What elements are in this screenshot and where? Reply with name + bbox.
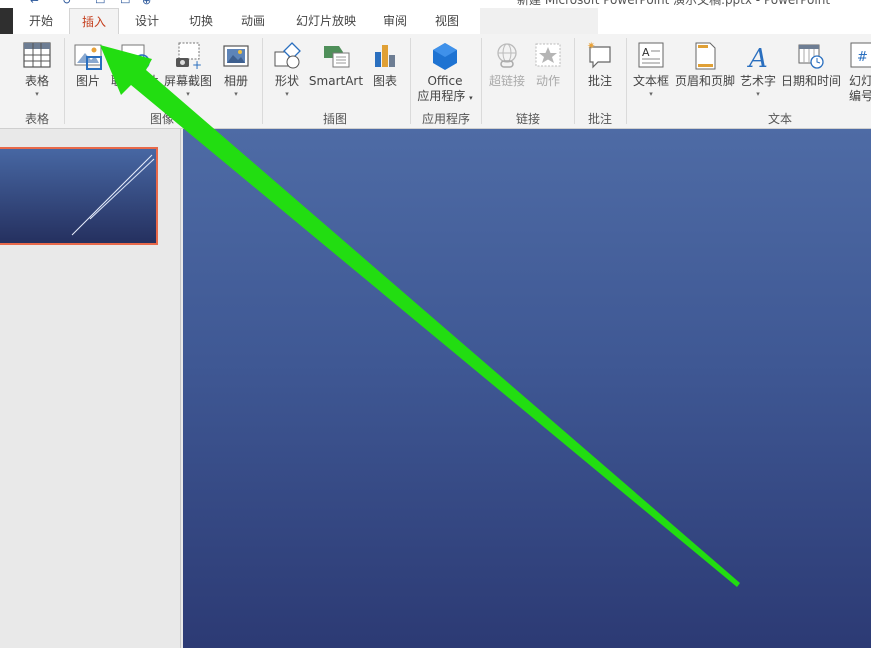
group-label-links: 链接	[515, 112, 540, 126]
group-label-images: 图像	[149, 112, 174, 126]
header-footer-icon	[690, 40, 720, 72]
smartart-button[interactable]: SmartArt	[308, 40, 364, 89]
chevron-down-icon: ▾	[35, 90, 39, 98]
hyperlink-button[interactable]: 超链接	[486, 40, 528, 89]
group-label-comments: 批注	[587, 112, 612, 126]
calendar-clock-icon	[796, 40, 826, 72]
comment-button[interactable]: ✷ 批注	[580, 40, 620, 89]
undo-icon[interactable]: ↩	[30, 0, 39, 7]
photo-album-button[interactable]: 相册 ▾	[218, 40, 254, 98]
tab-design[interactable]: 设计	[124, 8, 170, 34]
table-icon	[22, 40, 52, 72]
textbox-button[interactable]: A 文本框 ▾	[630, 40, 672, 98]
svg-text:A: A	[747, 44, 768, 72]
group-label-text: 文本	[767, 112, 792, 126]
group-label-tables: 表格	[24, 112, 49, 126]
window-title: 新建 Microsoft PowerPoint 演示文稿.pptx - Powe…	[517, 0, 831, 7]
hyperlink-icon	[492, 40, 522, 72]
quick-access-icon[interactable]: ▭	[120, 0, 130, 7]
group-divider	[64, 38, 65, 124]
wordart-button[interactable]: A 艺术字 ▾	[738, 40, 778, 98]
shapes-button[interactable]: 形状 ▾	[270, 40, 304, 98]
shapes-icon	[272, 40, 302, 72]
chevron-down-icon: ▾	[285, 90, 289, 98]
group-divider	[410, 38, 411, 124]
screenshot-button[interactable]: + 屏幕截图 ▾	[162, 40, 214, 98]
svg-text:#: #	[857, 50, 868, 65]
chevron-down-icon: ▾	[649, 90, 653, 98]
svg-text:✷: ✷	[587, 41, 595, 52]
chevron-down-icon: ▾	[469, 94, 473, 102]
picture-icon	[73, 40, 103, 72]
file-tab[interactable]	[0, 8, 13, 34]
chart-icon	[370, 40, 400, 72]
tab-review[interactable]: 审阅	[372, 8, 418, 34]
slide-thumbnail-pane	[0, 129, 181, 648]
group-divider	[481, 38, 482, 124]
office-apps-button[interactable]: Office 应用程序 ▾	[414, 40, 476, 106]
slide-number-icon: #	[846, 40, 871, 72]
title-bar: ↩ ↻ ▭ ▭ ⊕ 新建 Microsoft PowerPoint 演示文稿.p…	[0, 0, 871, 8]
group-divider	[626, 38, 627, 124]
tab-home[interactable]: 开始	[18, 8, 64, 34]
chevron-down-icon: ▾	[186, 90, 190, 98]
group-label-apps: 应用程序	[421, 112, 470, 126]
date-time-button[interactable]: 日期和时间	[780, 40, 842, 89]
redo-icon[interactable]: ↻	[62, 0, 71, 7]
header-footer-button[interactable]: 页眉和页脚	[674, 40, 736, 89]
star-icon	[533, 40, 563, 72]
slide-thumbnail-1[interactable]	[0, 147, 158, 245]
ribbon-tab-row: 开始 插入 设计 切换 动画 幻灯片放映 审阅 视图	[0, 8, 871, 41]
tab-slideshow[interactable]: 幻灯片放映	[286, 8, 366, 34]
slide-canvas[interactable]	[183, 129, 871, 648]
chart-button[interactable]: 图表	[368, 40, 402, 89]
chevron-down-icon: ▾	[756, 90, 760, 98]
svg-text:+: +	[192, 58, 202, 72]
tab-insert[interactable]: 插入	[69, 8, 119, 35]
action-button[interactable]: 动作	[530, 40, 566, 89]
ribbon-insert: 表格 ▾ 表格 图片 联机图片 + 屏幕截图 ▾ 相册 ▾ 图像 形状 ▾ Sm…	[0, 34, 871, 129]
chevron-down-icon: ▾	[234, 90, 238, 98]
thumbnail-arrow-graphic	[71, 154, 155, 236]
picture-button[interactable]: 图片	[70, 40, 106, 89]
textbox-icon: A	[636, 40, 666, 72]
online-picture-button[interactable]: 联机图片	[110, 40, 160, 89]
svg-text:A: A	[642, 46, 650, 59]
photo-album-icon	[221, 40, 251, 72]
comment-icon: ✷	[585, 40, 615, 72]
customize-qat-icon[interactable]: ⊕	[142, 0, 151, 7]
group-divider	[262, 38, 263, 124]
wordart-icon: A	[743, 40, 773, 74]
table-button[interactable]: 表格 ▾	[16, 40, 58, 98]
start-from-beginning-icon[interactable]: ▭	[95, 0, 105, 7]
screenshot-icon: +	[173, 40, 203, 72]
smartart-icon	[321, 40, 351, 72]
slide-number-button[interactable]: # 幻灯 编号	[844, 40, 871, 104]
tab-view[interactable]: 视图	[424, 8, 470, 34]
tab-animations[interactable]: 动画	[230, 8, 276, 34]
office-store-icon	[430, 40, 460, 72]
group-divider	[574, 38, 575, 124]
tab-transitions[interactable]: 切换	[178, 8, 224, 34]
group-label-illustrations: 插图	[322, 112, 347, 126]
online-picture-icon	[120, 40, 150, 72]
